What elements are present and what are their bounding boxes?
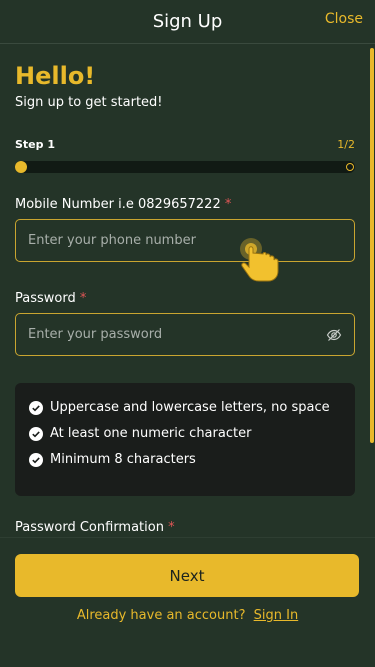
- header-bar: Sign Up Close: [0, 0, 375, 44]
- password-rule: At least one numeric character: [29, 423, 341, 444]
- step-progress-bar: [15, 161, 355, 173]
- step-count: 1/2: [337, 138, 355, 151]
- footer-actions: Next Already have an account? Sign In: [0, 537, 375, 667]
- signin-row: Already have an account? Sign In: [0, 608, 375, 623]
- next-button[interactable]: Next: [15, 554, 359, 597]
- scrollbar[interactable]: [370, 48, 374, 443]
- greeting-subtitle: Sign up to get started!: [15, 95, 163, 110]
- password-label-text: Password: [15, 291, 76, 306]
- phone-input[interactable]: [28, 233, 342, 248]
- password-confirmation-label-text: Password Confirmation: [15, 520, 164, 535]
- step-label: Step 1: [15, 138, 55, 151]
- required-marker: *: [168, 520, 175, 535]
- greeting-heading: Hello!: [15, 62, 96, 90]
- mobile-label-text: Mobile Number i.e 0829657222: [15, 197, 221, 212]
- password-field[interactable]: [15, 313, 355, 356]
- required-marker: *: [79, 291, 87, 306]
- step-end-marker: [346, 163, 354, 171]
- check-circle-icon: [29, 453, 43, 467]
- password-label: Password *: [15, 291, 86, 306]
- mobile-label: Mobile Number i.e 0829657222 *: [15, 197, 231, 212]
- signin-link[interactable]: Sign In: [254, 608, 299, 623]
- page-title: Sign Up: [152, 11, 223, 32]
- password-rule: Minimum 8 characters: [29, 449, 341, 470]
- step-progress-fill: [15, 161, 27, 173]
- account-prompt: Already have an account?: [76, 608, 246, 623]
- check-circle-icon: [29, 401, 43, 415]
- password-input[interactable]: [28, 327, 326, 342]
- rule-text: Uppercase and lowercase letters, no spac…: [50, 400, 330, 415]
- password-confirmation-label: Password Confirmation *: [15, 520, 175, 535]
- form-scroll-area[interactable]: Hello! Sign up to get started! Step 1 1/…: [0, 45, 375, 537]
- eye-off-icon[interactable]: [326, 327, 342, 343]
- close-button[interactable]: Close: [325, 11, 363, 27]
- rule-text: At least one numeric character: [50, 426, 252, 441]
- required-marker: *: [224, 197, 232, 212]
- rule-text: Minimum 8 characters: [50, 452, 196, 467]
- check-circle-icon: [29, 427, 43, 441]
- tap-hand-icon: [240, 238, 279, 282]
- mobile-field[interactable]: [15, 219, 355, 262]
- password-rules-panel: Uppercase and lowercase letters, no spac…: [15, 383, 355, 496]
- password-rule: Uppercase and lowercase letters, no spac…: [29, 397, 341, 418]
